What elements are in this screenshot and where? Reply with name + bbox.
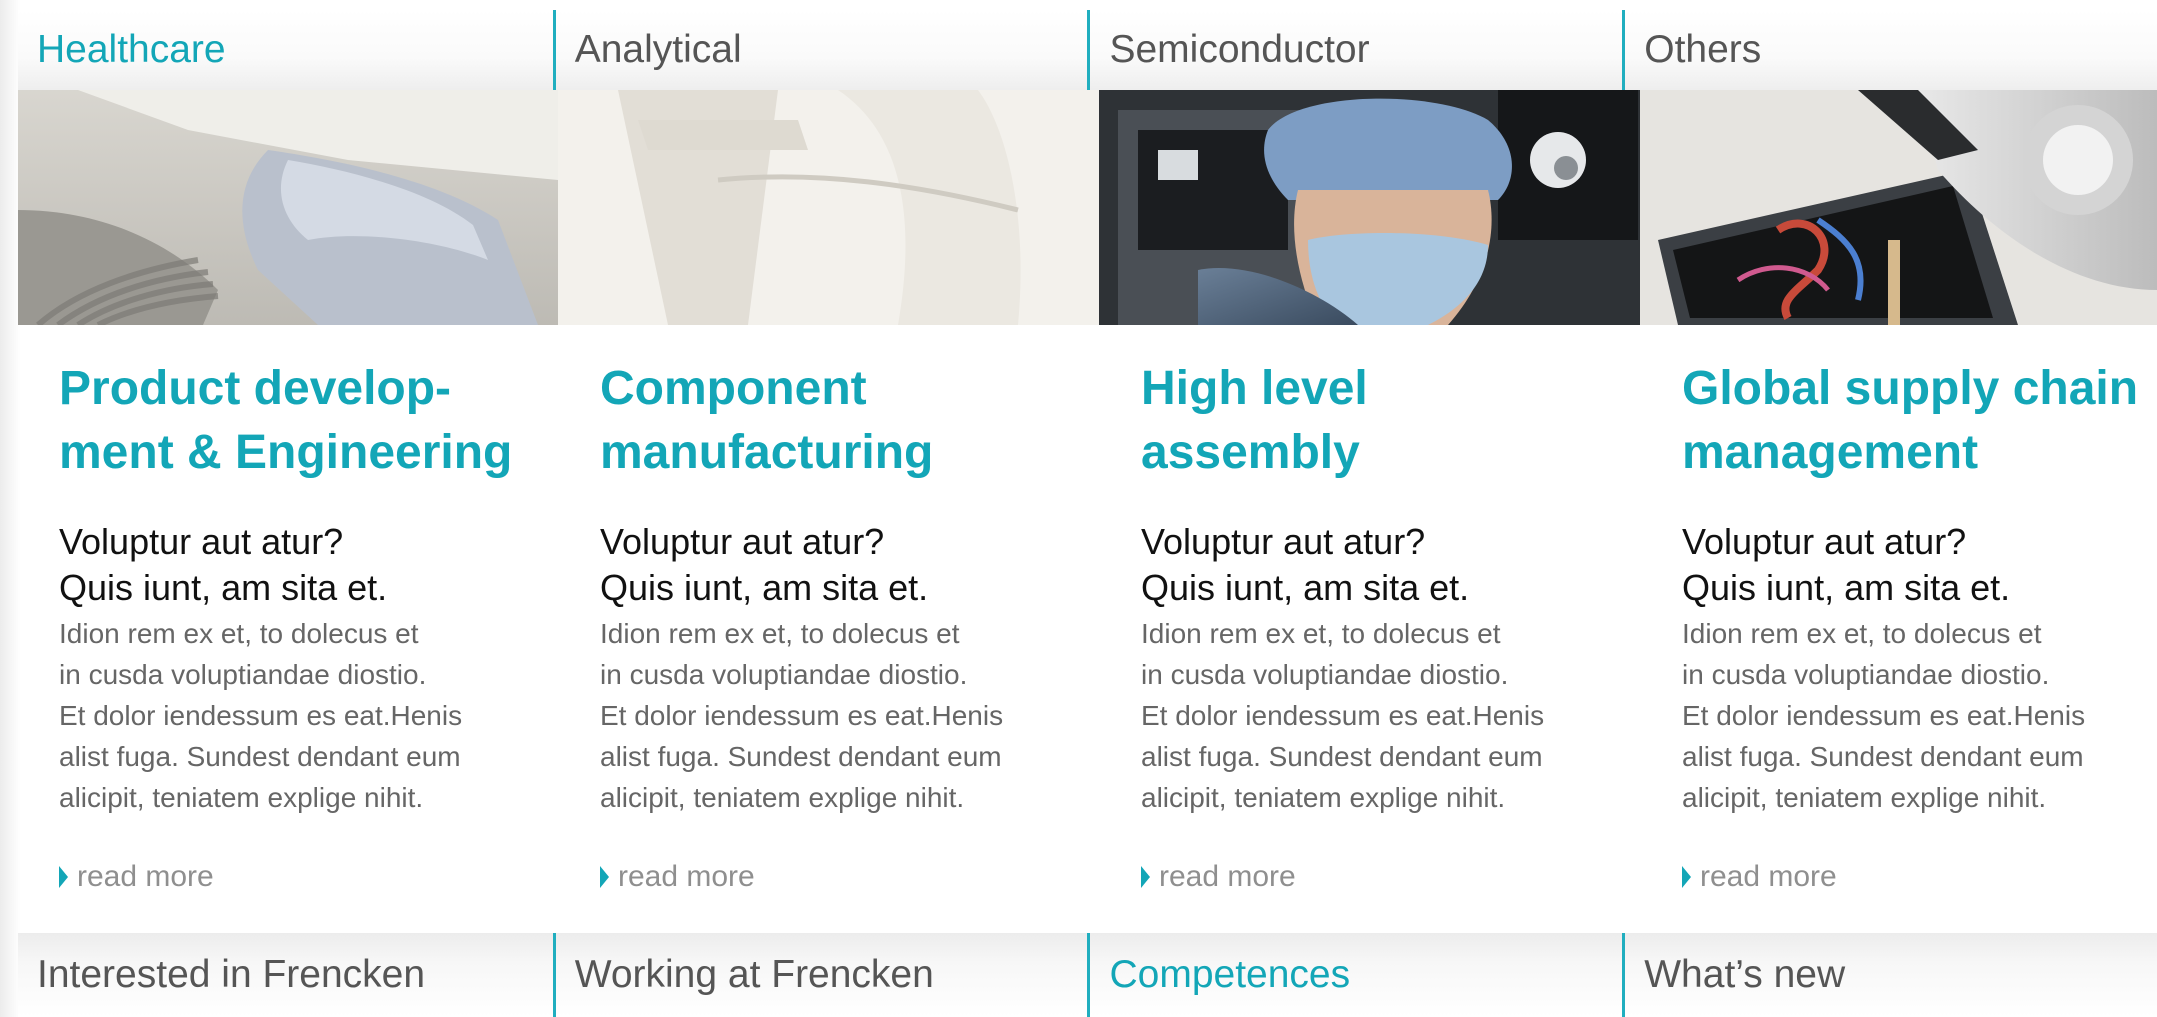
column-title: High level assembly (1141, 357, 1641, 485)
triangle-right-icon (1141, 866, 1150, 888)
tab-analytical[interactable]: Analytical (552, 10, 1088, 90)
column-title-line: Product develop- (59, 362, 452, 415)
body-line: alicipit, teniatem explige nihit. (1141, 782, 1506, 813)
column-title-line: Component (600, 362, 867, 415)
column-title-line: manufacturing (600, 426, 934, 479)
read-more-link[interactable]: read more (59, 860, 214, 894)
column-title: Global supply chain management (1682, 357, 2157, 485)
triangle-right-icon (1682, 866, 1691, 888)
body-line: Idion rem ex et, to dolecus et (1141, 618, 1501, 649)
tab-interested-in-frencken[interactable]: Interested in Frencken (18, 933, 553, 1017)
body-line: alicipit, teniatem explige nihit. (1682, 782, 2047, 813)
read-more-link[interactable]: read more (1682, 860, 1837, 894)
column-high-level-assembly: High level assembly Voluptur aut atur? Q… (1100, 325, 1641, 933)
column-title-line: management (1682, 426, 1979, 479)
body-line: in cusda voluptiandae diostio. (1141, 659, 1509, 690)
body-line: alist fuga. Sundest dendant eum (600, 741, 1002, 772)
triangle-right-icon (59, 866, 68, 888)
triangle-right-icon (600, 866, 609, 888)
body-line: Idion rem ex et, to dolecus et (600, 618, 960, 649)
subtitle-line: Quis iunt, am sita et. (1682, 567, 2011, 608)
read-more-link[interactable]: read more (1141, 860, 1296, 894)
column-product-development: Product develop- ment & Engineering Volu… (18, 325, 559, 933)
subtitle-line: Quis iunt, am sita et. (600, 567, 929, 608)
column-subtitle: Voluptur aut atur? Quis iunt, am sita et… (59, 519, 559, 611)
photo-analytical-equipment (558, 90, 1099, 325)
column-body: Idion rem ex et, to dolecus et in cusda … (600, 613, 1100, 818)
body-line: in cusda voluptiandae diostio. (59, 659, 427, 690)
column-title: Product develop- ment & Engineering (59, 357, 559, 485)
read-more-label: read more (618, 860, 755, 893)
body-line: in cusda voluptiandae diostio. (600, 659, 968, 690)
hero-image-strip (18, 90, 2157, 325)
body-line: Et dolor iendessum es eat.Henis (600, 700, 1004, 731)
tab-competences[interactable]: Competences (1087, 933, 1622, 1017)
column-title-line: assembly (1141, 426, 1360, 479)
photo-surgeon (1099, 90, 1640, 325)
tab-semiconductor[interactable]: Semiconductor (1087, 10, 1622, 90)
column-subtitle: Voluptur aut atur? Quis iunt, am sita et… (1682, 519, 2157, 611)
subtitle-line: Voluptur aut atur? (1682, 521, 1967, 562)
bottom-nav-tabs: Interested in Frencken Working at Frenck… (18, 933, 2157, 1017)
read-more-label: read more (1700, 860, 1837, 893)
photo-monitor-lamp (1640, 90, 2157, 325)
tab-working-at-frencken[interactable]: Working at Frencken (552, 933, 1088, 1017)
column-body: Idion rem ex et, to dolecus et in cusda … (59, 613, 559, 818)
body-line: Et dolor iendessum es eat.Henis (1682, 700, 2086, 731)
photo-medical-device (18, 90, 558, 325)
column-title-line: ment & Engineering (59, 426, 513, 479)
subtitle-line: Voluptur aut atur? (59, 521, 344, 562)
column-body: Idion rem ex et, to dolecus et in cusda … (1141, 613, 1641, 818)
column-subtitle: Voluptur aut atur? Quis iunt, am sita et… (600, 519, 1100, 611)
body-line: Et dolor iendessum es eat.Henis (1141, 700, 1545, 731)
column-title-line: Global supply chain (1682, 362, 2139, 415)
page: Healthcare Analytical Semiconductor Othe… (0, 0, 2157, 1017)
body-line: Idion rem ex et, to dolecus et (1682, 618, 2042, 649)
subtitle-line: Voluptur aut atur? (1141, 521, 1426, 562)
tab-whats-new[interactable]: What’s new (1622, 933, 2157, 1017)
column-component-manufacturing: Component manufacturing Voluptur aut atu… (559, 325, 1100, 933)
body-line: alicipit, teniatem explige nihit. (600, 782, 965, 813)
body-line: Et dolor iendessum es eat.Henis (59, 700, 463, 731)
tab-healthcare[interactable]: Healthcare (18, 10, 553, 90)
subtitle-line: Quis iunt, am sita et. (1141, 567, 1470, 608)
subtitle-line: Voluptur aut atur? (600, 521, 885, 562)
column-global-supply-chain: Global supply chain management Voluptur … (1641, 325, 2157, 933)
column-title-line: High level (1141, 362, 1368, 415)
body-line: Idion rem ex et, to dolecus et (59, 618, 419, 649)
body-line: alist fuga. Sundest dendant eum (59, 741, 461, 772)
column-subtitle: Voluptur aut atur? Quis iunt, am sita et… (1141, 519, 1641, 611)
column-title: Component manufacturing (600, 357, 1100, 485)
read-more-link[interactable]: read more (600, 860, 755, 894)
body-line: in cusda voluptiandae diostio. (1682, 659, 2050, 690)
tab-others[interactable]: Others (1622, 10, 2157, 90)
body-line: alist fuga. Sundest dendant eum (1682, 741, 2084, 772)
service-columns: Product develop- ment & Engineering Volu… (18, 325, 2157, 933)
category-tabs: Healthcare Analytical Semiconductor Othe… (18, 10, 2157, 90)
body-line: alicipit, teniatem explige nihit. (59, 782, 424, 813)
subtitle-line: Quis iunt, am sita et. (59, 567, 388, 608)
read-more-label: read more (77, 860, 214, 893)
read-more-label: read more (1159, 860, 1296, 893)
body-line: alist fuga. Sundest dendant eum (1141, 741, 1543, 772)
column-body: Idion rem ex et, to dolecus et in cusda … (1682, 613, 2157, 818)
